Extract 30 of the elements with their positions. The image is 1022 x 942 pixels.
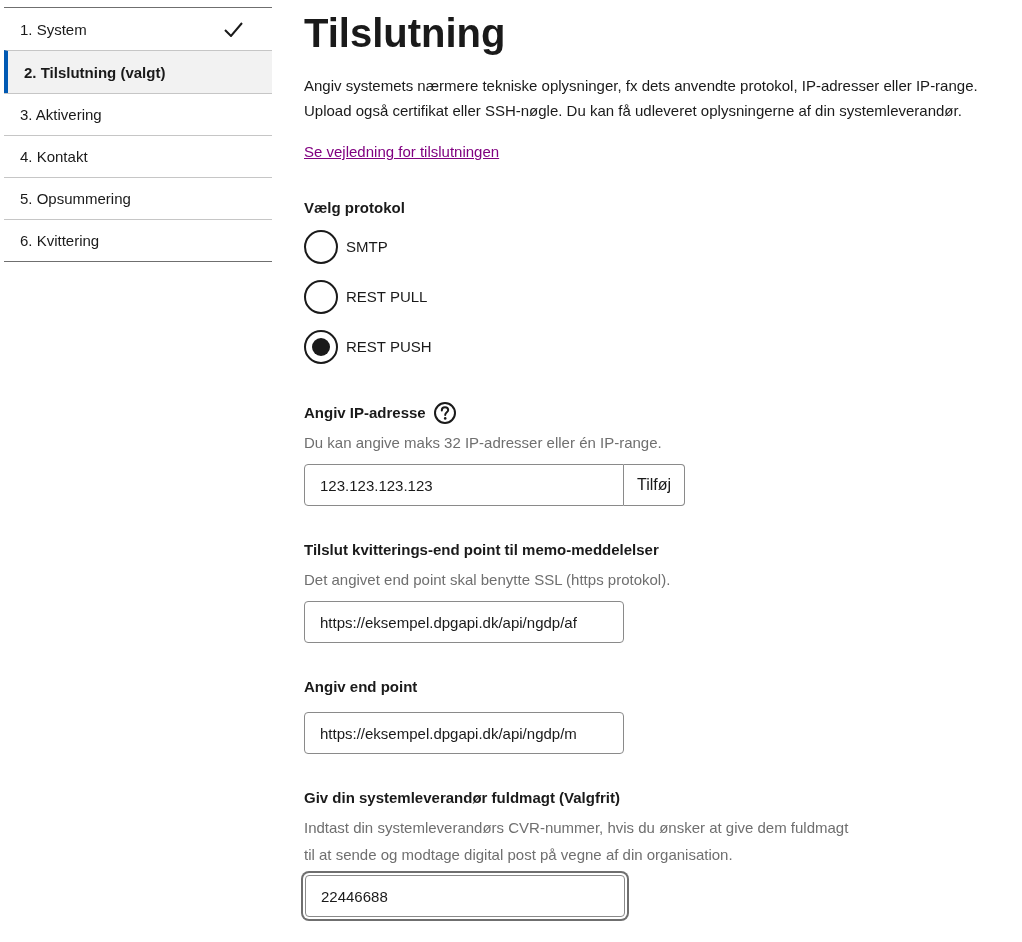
guide-link[interactable]: Se vejledning for tilslutningen <box>304 139 500 164</box>
receipt-endpoint-field[interactable]: https://eksempel.dpgapi.dk/api/ngdp/af <box>304 601 624 643</box>
protocol-label: Vælg protokol <box>304 198 405 218</box>
receipt-endpoint-label: Tilslut kvitterings-end point til memo-meddelelser <box>304 540 659 560</box>
step-nav-item[interactable]: 4. Kontakt <box>4 135 272 177</box>
proxy-hint: Indtast din systemleverandørs CVR-nummer, hvis du ønsker at give dem fuldmagt til at sende og modtage digital post på vegne af din organisation. <box>304 818 850 865</box>
step-nav-item[interactable]: 6. Kvittering <box>4 219 272 261</box>
radio-button[interactable] <box>304 280 338 314</box>
step-nav-item[interactable]: 2. Tilslutning (valgt) <box>4 50 272 93</box>
check-icon <box>224 21 243 37</box>
step-nav-item[interactable]: 5. Opsummering <box>4 177 272 219</box>
intro-text: Angiv systemets nærmere tekniske oplysninger, fx dets anvendte protokol, IP-adresser eller IP-range. Upload også certifikat eller SSH-nøgle. Du kan få udleveret oplysningerne af din systemleverandør. <box>304 76 979 121</box>
radio-label: REST PULL <box>346 287 428 307</box>
radio-label: SMTP <box>346 237 388 257</box>
radio-label: REST PUSH <box>346 337 432 357</box>
endpoint-field[interactable]: https://eksempel.dpgapi.dk/api/ngdp/m <box>304 712 624 754</box>
cvr-number-field[interactable]: 22446688 <box>305 875 625 917</box>
add-button[interactable]: Tilføj <box>624 464 686 506</box>
receipt-endpoint-hint: Det angivet end point skal benytte SSL (https protokol). <box>304 570 671 590</box>
radio-button[interactable] <box>304 230 338 264</box>
radio-button[interactable] <box>304 330 338 364</box>
help-icon[interactable] <box>433 402 456 424</box>
endpoint-label: Angiv end point <box>304 677 418 697</box>
ip-address-field[interactable]: 123.123.123.123 <box>304 464 624 506</box>
ip-address-hint: Du kan angive maks 32 IP-adresser eller én IP-range. <box>304 433 662 453</box>
step-nav-item[interactable]: 3. Aktivering <box>4 93 272 135</box>
page-title: Tilslutning <box>304 10 506 57</box>
proxy-label: Giv din systemleverandør fuldmagt (Valgfrit) <box>304 788 620 808</box>
step-nav-item[interactable]: 1. System <box>4 8 272 50</box>
ip-address-label: Angiv IP-adresse <box>304 403 426 423</box>
